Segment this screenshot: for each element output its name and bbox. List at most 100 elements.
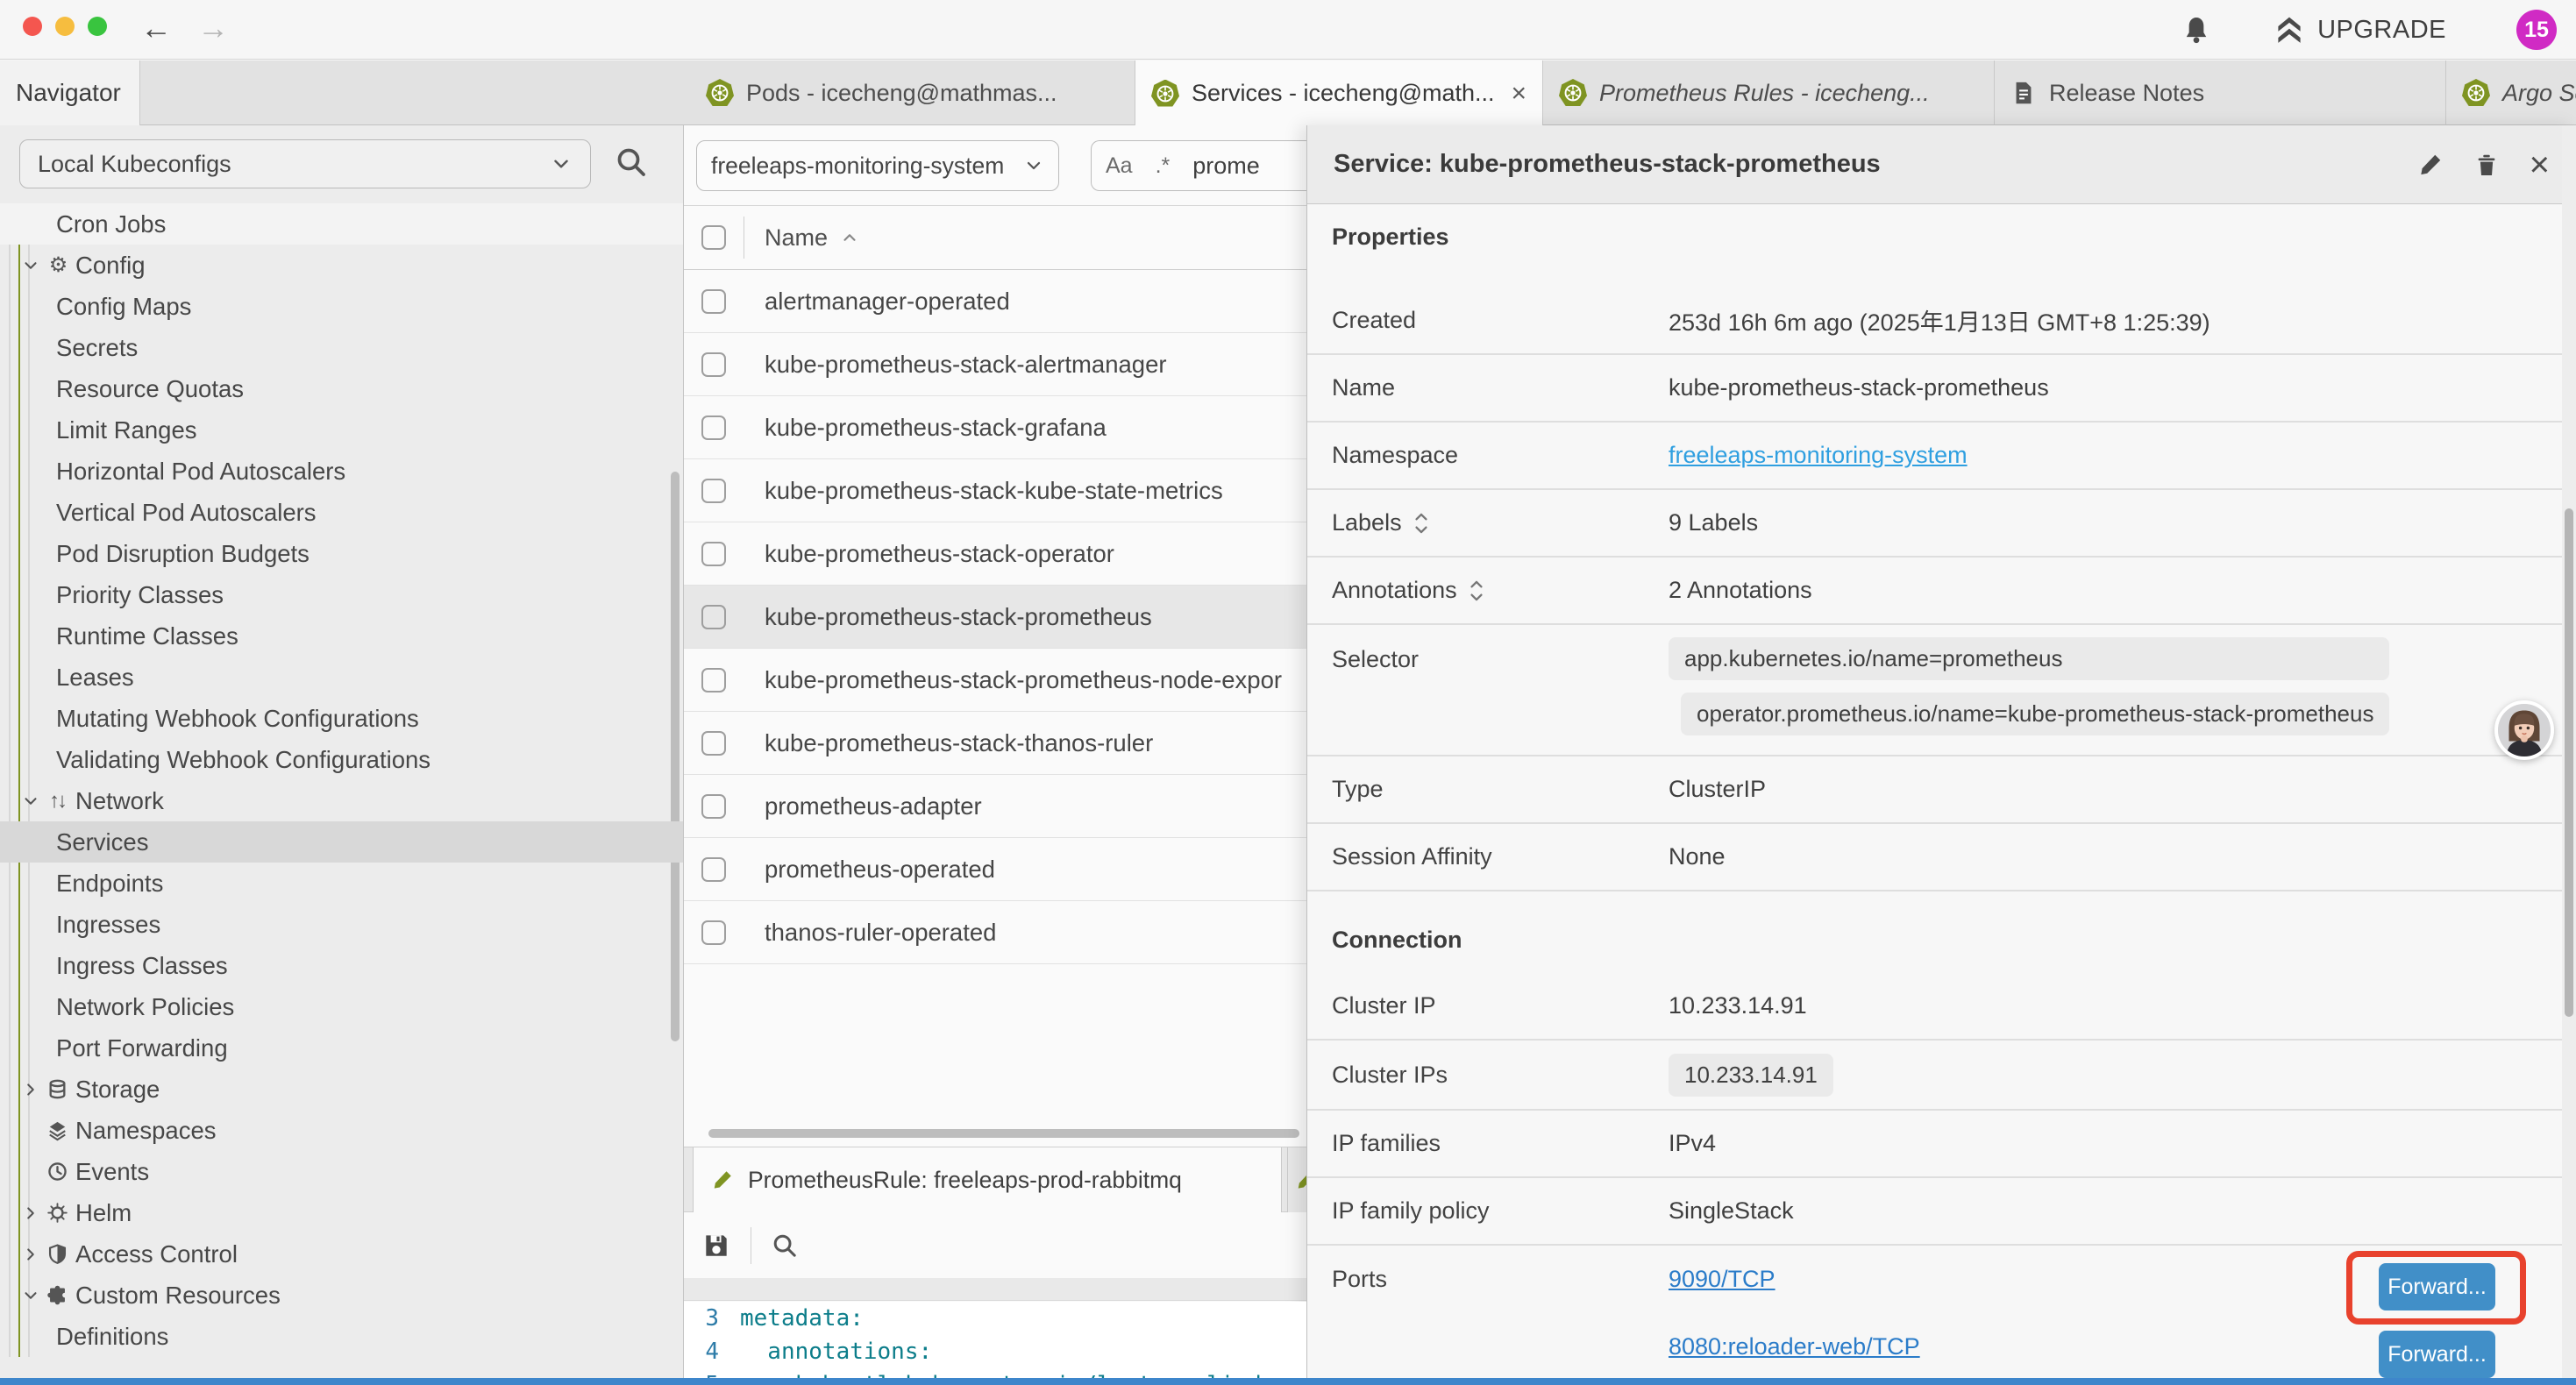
table-row[interactable]: kube-prometheus-stack-prometheus-node-ex… xyxy=(684,649,1306,712)
sidebar-item[interactable]: Ingress Classes xyxy=(0,945,683,986)
upgrade-button[interactable]: UPGRADE xyxy=(2274,14,2446,46)
tree-chevron-icon[interactable] xyxy=(21,750,40,770)
tree-chevron-icon[interactable] xyxy=(21,544,40,564)
table-row[interactable]: kube-prometheus-stack-thanos-ruler xyxy=(684,712,1306,775)
sort-ascending-icon[interactable] xyxy=(840,228,859,247)
namespace-link[interactable]: freeleaps-monitoring-system xyxy=(1669,442,1968,469)
labels-count[interactable]: 9 Labels xyxy=(1669,509,1758,536)
sidebar-item[interactable]: Storage xyxy=(0,1069,683,1110)
tree-chevron-icon[interactable] xyxy=(21,1121,40,1140)
tree-chevron-icon[interactable] xyxy=(21,256,40,275)
notifications-bell-icon[interactable] xyxy=(2181,14,2212,46)
sidebar-item[interactable]: ↑↓ Network xyxy=(0,780,683,821)
tree-chevron-icon[interactable] xyxy=(21,421,40,440)
table-row[interactable]: thanos-ruler-operated xyxy=(684,901,1306,964)
sidebar-item[interactable]: Pod Disruption Budgets xyxy=(0,533,683,574)
forward-button-8080[interactable]: Forward... xyxy=(2379,1331,2495,1378)
expand-collapse-icon[interactable] xyxy=(1468,579,1485,603)
sidebar-item[interactable]: Limit Ranges xyxy=(0,409,683,451)
sidebar-item[interactable]: Config Maps xyxy=(0,286,683,327)
sidebar-item[interactable]: Mutating Webhook Configurations xyxy=(0,698,683,739)
sidebar-item[interactable]: Services xyxy=(0,821,683,863)
tree-chevron-icon[interactable] xyxy=(21,709,40,728)
row-checkbox[interactable] xyxy=(701,731,726,756)
tab-close-icon[interactable]: × xyxy=(1498,79,1526,109)
kubeconfig-selector[interactable]: Local Kubeconfigs xyxy=(19,139,591,188)
row-checkbox[interactable] xyxy=(701,605,726,629)
tree-chevron-icon[interactable] xyxy=(21,956,40,976)
forward-button[interactable]: → xyxy=(197,10,229,46)
sidebar-item[interactable]: Validating Webhook Configurations xyxy=(0,739,683,780)
drawer-scrollbar[interactable] xyxy=(2562,125,2576,1378)
tree-chevron-icon[interactable] xyxy=(21,1286,40,1305)
tree-chevron-icon[interactable] xyxy=(21,1327,40,1346)
tree-chevron-icon[interactable] xyxy=(21,874,40,893)
namespace-selector[interactable]: freeleaps-monitoring-system xyxy=(696,140,1059,191)
tree-chevron-icon[interactable] xyxy=(21,462,40,481)
tree-chevron-icon[interactable] xyxy=(21,1039,40,1058)
sidebar-item[interactable]: Events xyxy=(0,1151,683,1192)
match-case-toggle[interactable]: Aa xyxy=(1106,153,1133,179)
sidebar-item[interactable]: Cron Jobs xyxy=(0,203,683,245)
tree-chevron-icon[interactable] xyxy=(21,338,40,358)
save-icon[interactable] xyxy=(701,1231,731,1261)
filter-input[interactable]: Aa .* prome xyxy=(1091,140,1306,191)
tree-chevron-icon[interactable] xyxy=(21,915,40,934)
delete-trash-icon[interactable] xyxy=(2473,152,2500,178)
table-row[interactable]: prometheus-operated xyxy=(684,838,1306,901)
sidebar-item[interactable]: ⚙ Config xyxy=(0,245,683,286)
forward-button-9090[interactable]: Forward... xyxy=(2379,1263,2495,1310)
column-header-name[interactable]: Name xyxy=(765,224,828,252)
tree-chevron-icon[interactable] xyxy=(21,297,40,316)
user-avatar[interactable] xyxy=(2494,700,2554,760)
table-row[interactable]: kube-prometheus-stack-grafana xyxy=(684,396,1306,459)
table-row[interactable]: kube-prometheus-stack-prometheus xyxy=(684,586,1306,649)
port-link-9090[interactable]: 9090/TCP xyxy=(1669,1266,1775,1293)
tree-chevron-icon[interactable] xyxy=(21,627,40,646)
row-checkbox[interactable] xyxy=(701,352,726,377)
select-all-checkbox[interactable] xyxy=(701,225,726,250)
search-icon[interactable] xyxy=(614,145,649,180)
tab-argo[interactable]: Argo Se xyxy=(2446,60,2576,125)
sidebar-item[interactable]: Runtime Classes xyxy=(0,615,683,657)
row-checkbox[interactable] xyxy=(701,542,726,566)
sidebar-item[interactable]: Custom Resources xyxy=(0,1275,683,1316)
tree-chevron-icon[interactable] xyxy=(21,668,40,687)
edit-pencil-icon[interactable] xyxy=(2417,152,2444,178)
sidebar-item[interactable]: Leases xyxy=(0,657,683,698)
row-checkbox[interactable] xyxy=(701,794,726,819)
annotations-count[interactable]: 2 Annotations xyxy=(1669,577,1812,604)
close-drawer-icon[interactable]: × xyxy=(2530,147,2550,182)
port-link-8080[interactable]: 8080:reloader-web/TCP xyxy=(1669,1333,1920,1360)
table-row[interactable]: kube-prometheus-stack-operator xyxy=(684,522,1306,586)
row-checkbox[interactable] xyxy=(701,920,726,945)
sidebar-item[interactable]: Horizontal Pod Autoscalers xyxy=(0,451,683,492)
sidebar-item[interactable]: Resource Quotas xyxy=(0,368,683,409)
sidebar-item[interactable]: Namespaces xyxy=(0,1110,683,1151)
sidebar-item[interactable]: Vertical Pod Autoscalers xyxy=(0,492,683,533)
row-checkbox[interactable] xyxy=(701,416,726,440)
window-minimize-button[interactable] xyxy=(55,17,75,36)
editor-tab-prometheusrule[interactable]: PrometheusRule: freeleaps-prod-rabbitmq xyxy=(693,1147,1282,1212)
window-zoom-button[interactable] xyxy=(88,17,107,36)
tree-chevron-icon[interactable] xyxy=(21,1245,40,1264)
drawer-scrollbar-thumb[interactable] xyxy=(2565,508,2573,1017)
sidebar-item[interactable]: Port Forwarding xyxy=(0,1027,683,1069)
horizontal-scrollbar-thumb[interactable] xyxy=(708,1129,1299,1138)
sidebar-item[interactable]: Endpoints xyxy=(0,863,683,904)
tree-chevron-icon[interactable] xyxy=(21,380,40,399)
row-checkbox[interactable] xyxy=(701,289,726,314)
expand-collapse-icon[interactable] xyxy=(1413,511,1430,536)
window-close-button[interactable] xyxy=(23,17,42,36)
table-row[interactable]: prometheus-adapter xyxy=(684,775,1306,838)
tab-services[interactable]: Services - icecheng@math... × xyxy=(1135,60,1543,126)
tree-chevron-icon[interactable] xyxy=(21,503,40,522)
sidebar-item[interactable]: Access Control xyxy=(0,1233,683,1275)
yaml-editor[interactable]: 3metadata: 4annotations: 5kubectl.kubern… xyxy=(684,1302,1306,1378)
regex-toggle[interactable]: .* xyxy=(1156,153,1171,179)
tree-chevron-icon[interactable] xyxy=(21,586,40,605)
tree-chevron-icon[interactable] xyxy=(21,1080,40,1099)
tree-chevron-icon[interactable] xyxy=(21,998,40,1017)
tab-release-notes[interactable]: Release Notes xyxy=(1995,60,2446,125)
table-row[interactable]: kube-prometheus-stack-alertmanager xyxy=(684,333,1306,396)
